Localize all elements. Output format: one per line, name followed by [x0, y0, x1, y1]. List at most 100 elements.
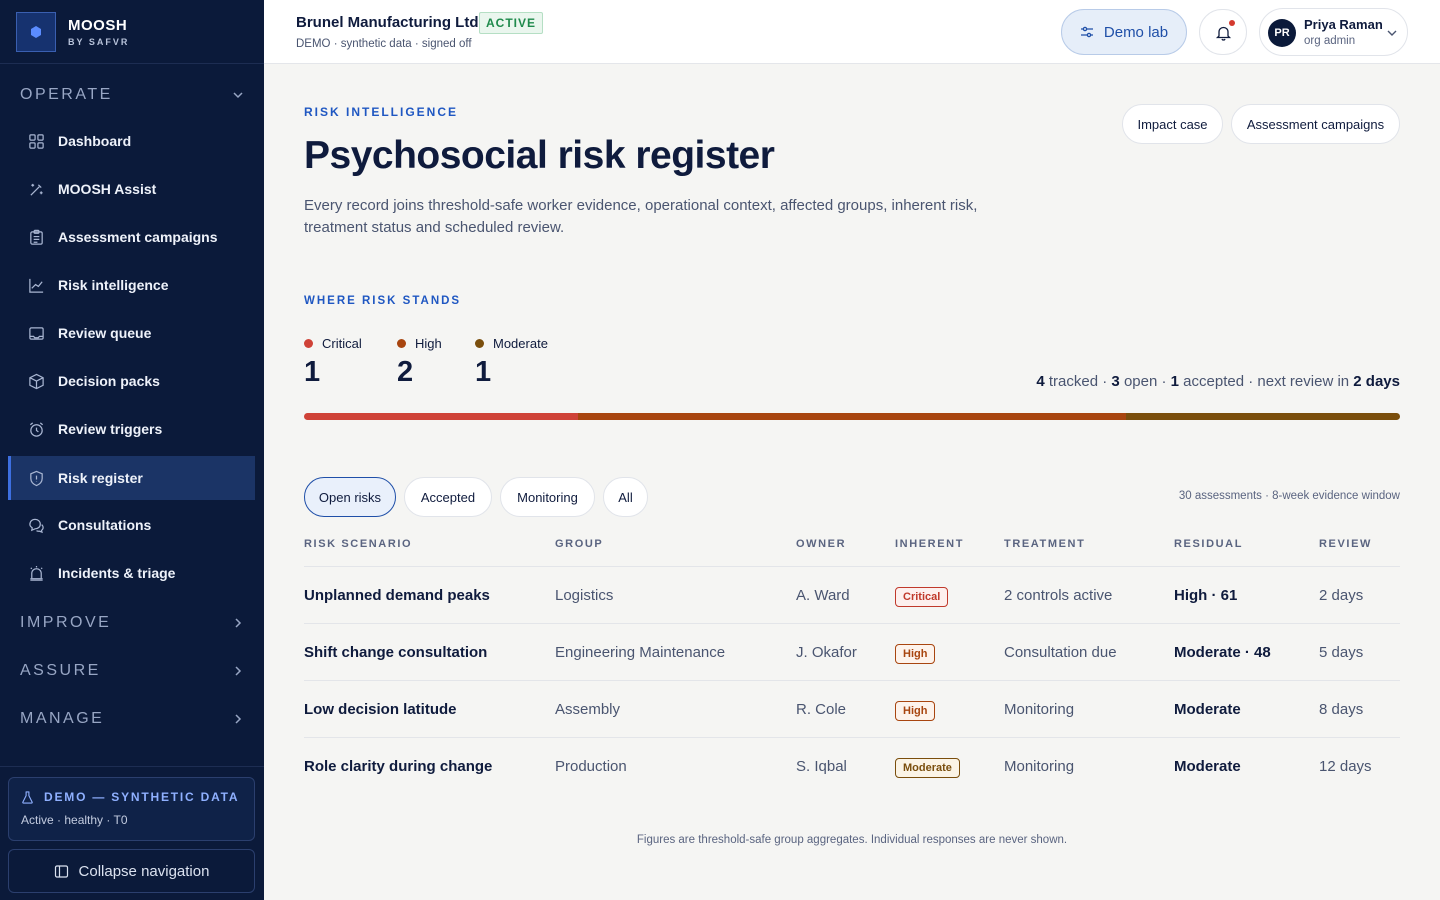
- inherent-badge: High: [895, 701, 936, 721]
- risk-review: 8 days: [1319, 701, 1364, 718]
- nav-section-operate[interactable]: OPERATE: [0, 75, 264, 115]
- risk-scenario: Low decision latitude: [304, 701, 457, 718]
- legend-label: Critical: [322, 336, 362, 351]
- sidebar-item-dashboard[interactable]: Dashboard: [8, 119, 255, 163]
- risk-scenario: Role clarity during change: [304, 758, 493, 775]
- sidebar-item-consultations[interactable]: Consultations: [8, 503, 255, 547]
- column-header[interactable]: OWNER: [796, 538, 846, 550]
- chevron-down-icon: [1387, 30, 1397, 36]
- org-name: Brunel Manufacturing Ltd: [296, 14, 479, 31]
- risk-group: Assembly: [555, 701, 621, 718]
- sidebar-item-label: Incidents & triage: [58, 565, 176, 581]
- user-role: org admin: [1304, 35, 1356, 47]
- demo-lab-button[interactable]: Demo lab: [1061, 9, 1187, 55]
- column-header[interactable]: RESIDUAL: [1174, 538, 1243, 550]
- moderate-count: 1: [475, 356, 492, 388]
- risk-distribution-bar: [304, 413, 1400, 420]
- sidebar-item-review-queue[interactable]: Review queue: [8, 311, 255, 355]
- sidebar-item-incidents-triage[interactable]: Incidents & triage: [8, 551, 255, 595]
- sidebar: MOOSH BY SAFVR OPERATE Dashboard MOOSH A…: [0, 0, 264, 900]
- accepted-label: accepted: [1183, 373, 1245, 390]
- chevron-down-icon: [233, 92, 243, 99]
- table-row[interactable]: Role clarity during change Production S.…: [304, 737, 1400, 794]
- risk-treatment: Monitoring: [1004, 701, 1075, 718]
- page-eyebrow: RISK INTELLIGENCE: [304, 105, 459, 119]
- page-title: Psychosocial risk register: [304, 134, 775, 177]
- sidebar-item-risk-intelligence[interactable]: Risk intelligence: [8, 263, 255, 307]
- risk-residual: High · 61: [1174, 587, 1238, 604]
- nav-section-title: ASSURE: [20, 662, 101, 679]
- risk-summary-eyebrow: WHERE RISK STANDS: [304, 295, 462, 307]
- sidebar-item-decision-packs[interactable]: Decision packs: [8, 359, 255, 403]
- risk-residual: Moderate: [1174, 758, 1241, 775]
- tracked-label: tracked: [1048, 373, 1099, 390]
- user-name: Priya Raman: [1304, 17, 1383, 32]
- risk-treatment: Monitoring: [1004, 758, 1075, 775]
- sidebar-panel-icon: [54, 864, 68, 878]
- demo-status-card[interactable]: DEMO — SYNTHETIC DATA Active · healthy ·…: [8, 777, 255, 841]
- collapse-navigation-label: Collapse navigation: [78, 862, 210, 880]
- high-count: 2: [397, 356, 414, 388]
- magic-wand-icon: [27, 180, 45, 198]
- sidebar-item-review-triggers[interactable]: Review triggers: [8, 407, 255, 451]
- sidebar-item-label: Review queue: [58, 325, 152, 341]
- sidebar-item-label: Risk register: [58, 470, 143, 486]
- moderate-dot: [475, 339, 484, 348]
- chevron-right-icon: [235, 618, 242, 628]
- tab-open-risks[interactable]: Open risks: [304, 477, 396, 517]
- tab-monitoring[interactable]: Monitoring: [500, 477, 595, 517]
- table-row[interactable]: Unplanned demand peaks Logistics A. Ward…: [304, 566, 1400, 623]
- assessment-campaigns-button[interactable]: Assessment campaigns: [1231, 104, 1400, 144]
- page-description: Every record joins threshold-safe worker…: [304, 197, 978, 236]
- tab-accepted[interactable]: Accepted: [404, 477, 492, 517]
- sidebar-item-label: Risk intelligence: [58, 277, 169, 293]
- nav-section-assure[interactable]: ASSURE: [0, 651, 264, 691]
- risk-group: Engineering Maintenance: [555, 644, 726, 661]
- risk-bar-segment-critical: [304, 413, 578, 420]
- nav-section-manage[interactable]: MANAGE: [0, 699, 264, 739]
- sidebar-item-label: Decision packs: [58, 373, 160, 389]
- bell-icon: [1215, 26, 1231, 41]
- legend-moderate: Moderate: [475, 336, 548, 351]
- clipboard-icon: [27, 228, 45, 246]
- brand-logo-icon: [16, 11, 56, 52]
- tab-all[interactable]: All: [603, 477, 648, 517]
- column-header[interactable]: GROUP: [555, 538, 603, 550]
- column-header[interactable]: TREATMENT: [1004, 538, 1085, 550]
- collapse-navigation-button[interactable]: Collapse navigation: [8, 849, 255, 893]
- nav-section-title: OPERATE: [20, 86, 113, 103]
- inherent-badge: Critical: [895, 587, 949, 607]
- sidebar-item-moosh-assist[interactable]: MOOSH Assist: [8, 167, 255, 211]
- risk-group: Logistics: [555, 587, 614, 604]
- notifications-button[interactable]: [1199, 9, 1247, 55]
- brand[interactable]: MOOSH BY SAFVR: [0, 0, 264, 64]
- sidebar-item-risk-register[interactable]: Risk register: [8, 456, 255, 500]
- impact-case-button[interactable]: Impact case: [1122, 104, 1223, 144]
- column-header[interactable]: INHERENT: [895, 538, 964, 550]
- table-row[interactable]: Shift change consultation Engineering Ma…: [304, 623, 1400, 680]
- chevron-right-icon: [235, 666, 242, 676]
- table-row[interactable]: Low decision latitude Assembly R. Cole H…: [304, 680, 1400, 737]
- tracked-count: 4: [1036, 373, 1045, 390]
- risk-treatment: 2 controls active: [1004, 587, 1113, 604]
- chevron-right-icon: [235, 714, 242, 724]
- grid-icon: [27, 132, 45, 150]
- column-header[interactable]: REVIEW: [1319, 538, 1372, 550]
- sidebar-item-label: Dashboard: [58, 133, 132, 149]
- risk-owner: R. Cole: [796, 701, 847, 718]
- sliders-icon: [1080, 26, 1093, 38]
- chat-bubbles-icon: [27, 516, 45, 534]
- org-subtitle: DEMO · synthetic data · signed off: [296, 38, 472, 50]
- sidebar-item-label: Consultations: [58, 517, 152, 533]
- user-menu-button[interactable]: PR Priya Raman org admin: [1259, 8, 1408, 56]
- demo-card-title: DEMO — SYNTHETIC DATA: [44, 790, 240, 804]
- critical-dot: [304, 339, 313, 348]
- risk-owner: A. Ward: [796, 587, 850, 604]
- sidebar-item-assessment-campaigns[interactable]: Assessment campaigns: [8, 215, 255, 259]
- risk-scenario: Unplanned demand peaks: [304, 587, 490, 604]
- nav-section-improve[interactable]: IMPROVE: [0, 603, 264, 643]
- risk-residual: Moderate: [1174, 701, 1241, 718]
- topbar: Brunel Manufacturing Ltd ACTIVE DEMO · s…: [264, 0, 1440, 64]
- avatar: PR: [1268, 19, 1296, 47]
- column-header[interactable]: RISK SCENARIO: [304, 538, 412, 550]
